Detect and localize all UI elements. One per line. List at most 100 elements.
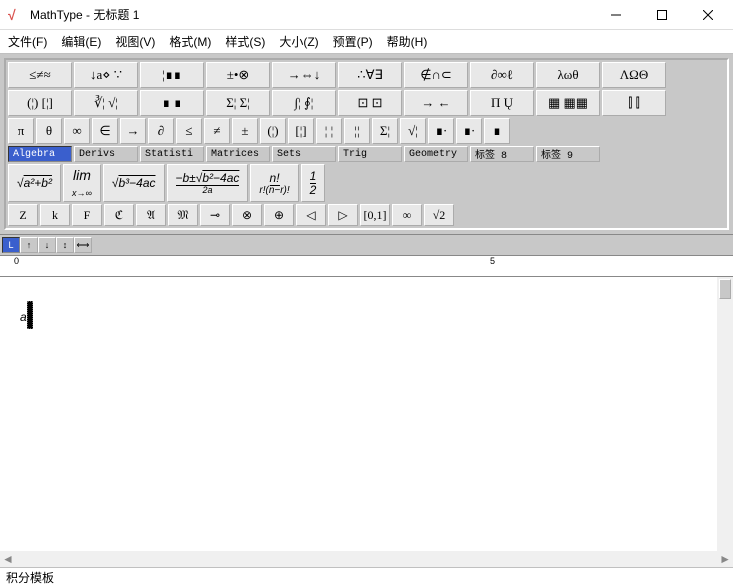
menu-format[interactable]: 格式(M): [169, 33, 211, 50]
template-palette-8[interactable]: ▦ ▦▦: [536, 90, 600, 116]
small-symbol-7[interactable]: ⊗: [232, 204, 262, 226]
menu-size[interactable]: 大小(Z): [279, 33, 318, 50]
quick-symbol-13[interactable]: Σ¦: [372, 118, 398, 144]
quick-symbol-3[interactable]: ∈: [92, 118, 118, 144]
small-symbol-8[interactable]: ⊕: [264, 204, 294, 226]
small-symbol-0[interactable]: Z: [8, 204, 38, 226]
editor-text: a: [20, 310, 27, 324]
quick-symbol-11[interactable]: ¦ ¦: [316, 118, 342, 144]
symbol-palette-4[interactable]: →⇔↓: [272, 62, 336, 88]
template-palette-4[interactable]: ∫¦ ∮¦: [272, 90, 336, 116]
quick-symbol-4[interactable]: →: [120, 118, 146, 144]
mini-toolbar: L↑↓↕⟷: [0, 235, 733, 255]
menu-file[interactable]: 文件(F): [8, 33, 47, 50]
expression-button-4[interactable]: n!r!(n−r)!: [250, 164, 298, 202]
small-symbol-11[interactable]: [0,1]: [360, 204, 390, 226]
quick-symbol-9[interactable]: (¦): [260, 118, 286, 144]
tab-标签 8[interactable]: 标签 8: [470, 146, 534, 162]
template-palette-2[interactable]: ∎ ∎: [140, 90, 204, 116]
quick-symbol-16[interactable]: ∎∙: [456, 118, 482, 144]
symbol-palette-8[interactable]: λωθ: [536, 62, 600, 88]
expression-button-5[interactable]: 12: [301, 164, 326, 202]
template-palette-1[interactable]: ∛¦ √¦: [74, 90, 138, 116]
quick-symbol-12[interactable]: ¦¦: [344, 118, 370, 144]
scroll-right-icon[interactable]: ►: [719, 552, 731, 566]
editor-content[interactable]: a: [0, 277, 733, 349]
quick-symbol-15[interactable]: ∎∙: [428, 118, 454, 144]
symbol-palette-9[interactable]: ΛΩΘ: [602, 62, 666, 88]
mini-tool-2[interactable]: ↓: [38, 237, 56, 253]
quick-symbol-6[interactable]: ≤: [176, 118, 202, 144]
small-symbol-6[interactable]: ⊸: [200, 204, 230, 226]
quick-symbol-1[interactable]: θ: [36, 118, 62, 144]
quick-symbol-2[interactable]: ∞: [64, 118, 90, 144]
mini-tool-4[interactable]: ⟷: [74, 237, 92, 253]
template-palette-7[interactable]: Π Ų: [470, 90, 534, 116]
expression-button-2[interactable]: √b³−4ac: [103, 164, 165, 202]
menu-view[interactable]: 视图(V): [115, 33, 155, 50]
symbol-palette-7[interactable]: ∂∞ℓ: [470, 62, 534, 88]
small-symbol-3[interactable]: ℭ: [104, 204, 134, 226]
quick-symbol-10[interactable]: [¦]: [288, 118, 314, 144]
vertical-scrollbar[interactable]: [717, 277, 733, 551]
mini-tool-0[interactable]: L: [2, 237, 20, 253]
menu-style[interactable]: 样式(S): [225, 33, 265, 50]
symbol-palette-2[interactable]: ¦∎∎: [140, 62, 204, 88]
small-symbol-5[interactable]: 𝔐: [168, 204, 198, 226]
expression-button-3[interactable]: −b±√b²−4ac2a: [167, 164, 249, 202]
scroll-left-icon[interactable]: ◄: [2, 552, 14, 566]
mini-tool-3[interactable]: ↕: [56, 237, 74, 253]
tab-sets[interactable]: Sets: [272, 146, 336, 162]
menu-edit[interactable]: 编辑(E): [61, 33, 101, 50]
small-symbol-1[interactable]: k: [40, 204, 70, 226]
tab-trig[interactable]: Trig: [338, 146, 402, 162]
mini-tool-1[interactable]: ↑: [20, 237, 38, 253]
symbol-palette-3[interactable]: ±•⊗: [206, 62, 270, 88]
menu-preset[interactable]: 预置(P): [333, 33, 373, 50]
horizontal-scrollbar[interactable]: ◄►: [0, 551, 733, 567]
quick-symbol-17[interactable]: ∎: [484, 118, 510, 144]
small-symbol-9[interactable]: ◁: [296, 204, 326, 226]
window-title: MathType - 无标题 1: [30, 6, 593, 23]
template-palette-5[interactable]: ⊡ ⊡: [338, 90, 402, 116]
template-palette-0[interactable]: (¦) [¦]: [8, 90, 72, 116]
template-palette-6[interactable]: → ←: [404, 90, 468, 116]
equation-editor[interactable]: a: [0, 277, 733, 551]
symbol-palette-1[interactable]: ↓a⋄ ∵: [74, 62, 138, 88]
menu-help[interactable]: 帮助(H): [387, 33, 428, 50]
template-palette-3[interactable]: Σ¦ Σ¦: [206, 90, 270, 116]
ruler-mark-0: 0: [14, 256, 19, 266]
small-symbol-12[interactable]: ∞: [392, 204, 422, 226]
small-symbol-13[interactable]: √2: [424, 204, 454, 226]
symbol-palette-6[interactable]: ∉∩⊂: [404, 62, 468, 88]
small-symbol-10[interactable]: ▷: [328, 204, 358, 226]
quick-symbol-14[interactable]: √¦: [400, 118, 426, 144]
tab-matrices[interactable]: Matrices: [206, 146, 270, 162]
ruler[interactable]: 0 5: [0, 255, 733, 277]
symbol-palette-5[interactable]: ∴∀∃: [338, 62, 402, 88]
small-symbol-2[interactable]: F: [72, 204, 102, 226]
tab-标签 9[interactable]: 标签 9: [536, 146, 600, 162]
expression-button-1[interactable]: limx→∞: [63, 164, 101, 202]
close-button[interactable]: [685, 0, 731, 30]
maximize-button[interactable]: [639, 0, 685, 30]
template-row-2: (¦) [¦]∛¦ √¦∎ ∎Σ¦ Σ¦∫¦ ∮¦⊡ ⊡→ ←Π Ų▦ ▦▦⫿ …: [8, 90, 725, 116]
small-symbol-4[interactable]: 𝔄: [136, 204, 166, 226]
symbol-palette-0[interactable]: ≤≠≈: [8, 62, 72, 88]
status-text: 积分模板: [6, 569, 54, 586]
scroll-thumb[interactable]: [719, 279, 731, 299]
titlebar: √ MathType - 无标题 1: [0, 0, 733, 30]
quick-symbol-0[interactable]: π: [8, 118, 34, 144]
tab-statisti[interactable]: Statisti: [140, 146, 204, 162]
minimize-button[interactable]: [593, 0, 639, 30]
quick-symbol-8[interactable]: ±: [232, 118, 258, 144]
tab-derivs[interactable]: Derivs: [74, 146, 138, 162]
tab-algebra[interactable]: Algebra: [8, 146, 72, 162]
template-palette-9[interactable]: ⫿ ⫿: [602, 90, 666, 116]
expression-button-0[interactable]: √a²+b²: [8, 164, 61, 202]
tab-geometry[interactable]: Geometry: [404, 146, 468, 162]
ruler-mark-5: 5: [490, 256, 495, 266]
app-logo-icon: √: [8, 7, 24, 23]
quick-symbol-7[interactable]: ≠: [204, 118, 230, 144]
quick-symbol-5[interactable]: ∂: [148, 118, 174, 144]
